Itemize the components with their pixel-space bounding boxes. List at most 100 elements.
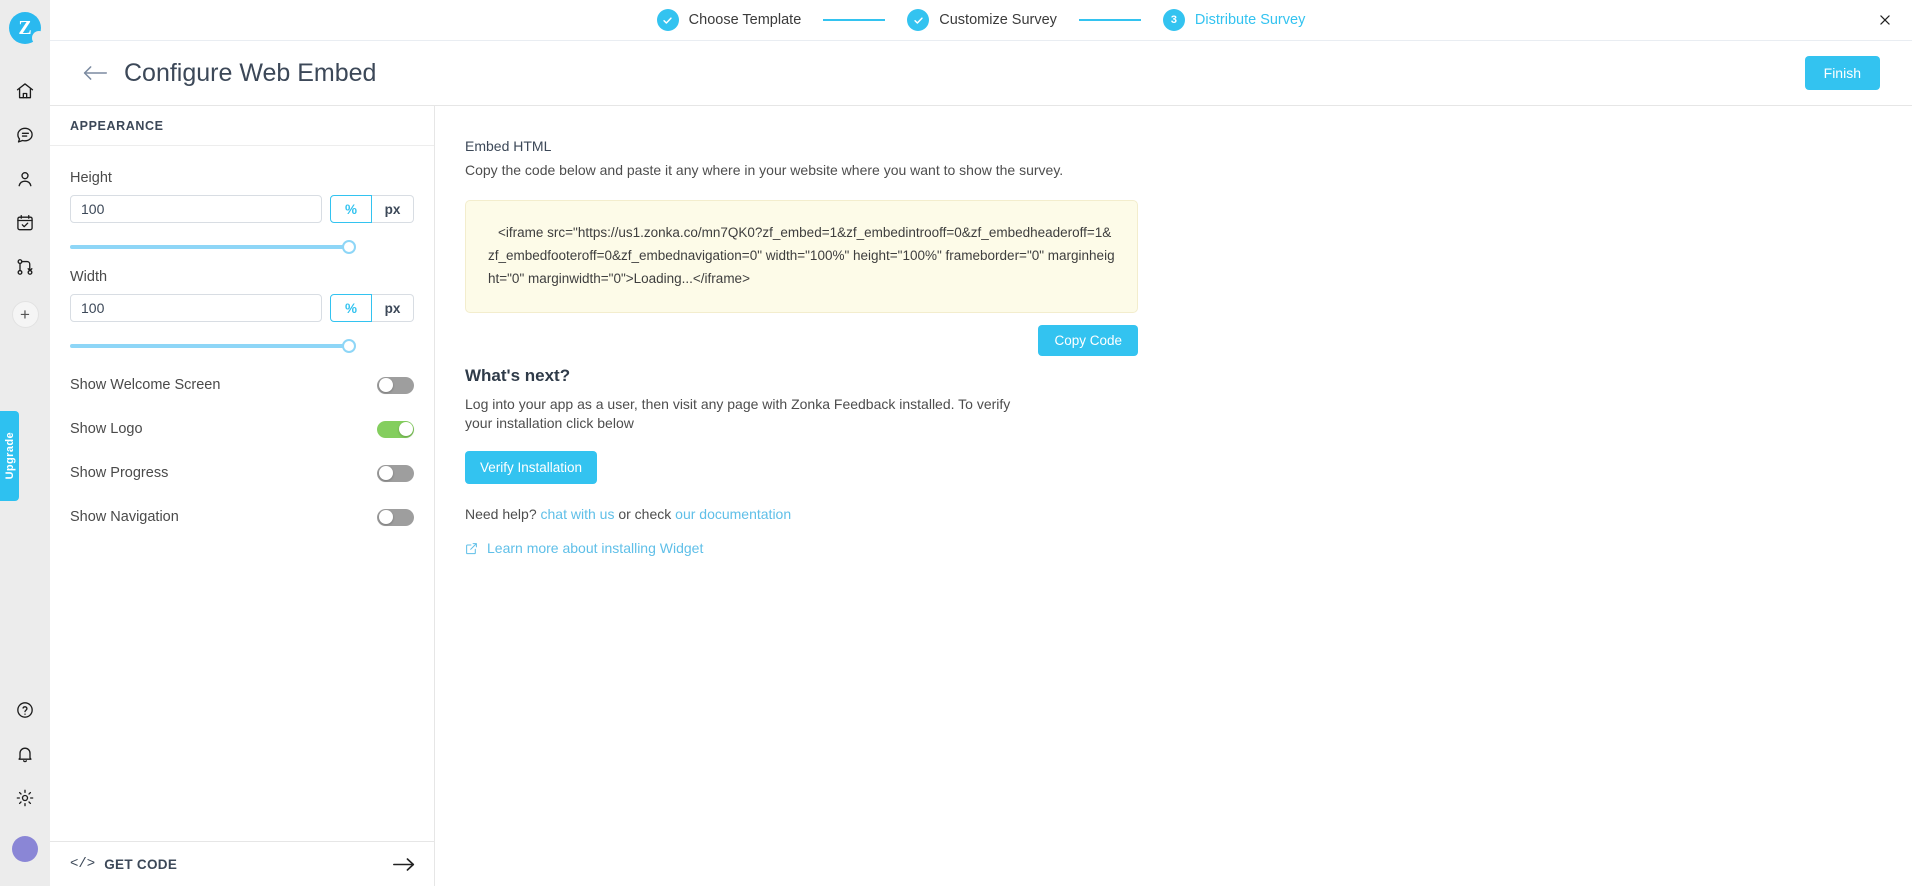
step-complete-check-icon [907,9,930,31]
panel-section-title: APPEARANCE [50,106,434,146]
finish-button[interactable]: Finish [1804,56,1880,90]
sidebar-item-workflows[interactable] [0,245,50,289]
width-field-group: Width % px [70,269,414,357]
help-middle: or check [618,506,672,522]
sidebar-item-home[interactable] [0,69,50,113]
step-label: Customize Survey [939,12,1057,28]
calendar-check-icon [15,213,35,233]
copy-code-row: Copy Code [465,325,1138,356]
external-link-icon [465,542,478,555]
height-slider-thumb[interactable] [342,240,356,254]
width-unit-px[interactable]: px [372,294,414,322]
toggle-row-welcome-screen: Show Welcome Screen [70,369,414,401]
help-line: Need help? chat with us or check our doc… [465,506,1912,522]
feedback-icon [15,125,35,145]
learn-more-link[interactable]: Learn more about installing Widget [465,540,1912,556]
close-button[interactable] [1872,7,1898,33]
width-slider-thumb[interactable] [342,339,356,353]
zonka-logo-icon: Z [9,12,46,45]
arrow-right-icon [393,857,415,872]
appearance-panel: APPEARANCE Height % px Width [50,106,435,886]
width-slider[interactable] [70,335,414,357]
toggle-knob [378,466,393,480]
show-welcome-screen-toggle[interactable] [377,376,414,394]
stepper: Choose Template Customize Survey 3 Distr… [656,9,1306,31]
avatar[interactable] [12,836,38,862]
sidebar-item-notifications[interactable] [0,732,50,776]
width-unit-group: % px [330,294,414,322]
home-icon [15,81,35,101]
learn-more-label: Learn more about installing Widget [487,540,704,556]
embed-html-title: Embed HTML [465,138,552,154]
step-customize-survey[interactable]: Customize Survey [907,9,1057,31]
upgrade-tab[interactable]: Upgrade [0,411,19,501]
embed-code-box[interactable]: <iframe src="https://us1.zonka.co/mn7QK0… [465,200,1138,313]
toggle-label: Show Logo [70,421,143,437]
width-input[interactable] [70,294,322,322]
rail-bottom-group [0,688,50,886]
height-slider-track [70,245,351,249]
toggle-row-progress: Show Progress [70,457,414,489]
step-choose-template[interactable]: Choose Template [656,9,802,31]
chat-with-us-link[interactable]: chat with us [541,506,615,522]
step-distribute-survey[interactable]: 3 Distribute Survey [1162,9,1306,31]
toggle-row-navigation: Show Navigation [70,501,414,533]
verify-installation-button[interactable]: Verify Installation [465,451,598,484]
documentation-link[interactable]: our documentation [675,506,791,522]
show-progress-toggle[interactable] [377,464,414,482]
get-code-left: </> GET CODE [70,856,177,872]
height-input-row: % px [70,195,414,223]
upgrade-label: Upgrade [3,432,16,480]
main-content: Embed HTML Copy the code below and paste… [435,106,1912,886]
width-label: Width [70,269,108,285]
width-unit-percent[interactable]: % [330,294,372,322]
toggle-label: Show Welcome Screen [70,377,221,393]
show-navigation-toggle[interactable] [377,508,414,526]
bell-icon [15,744,35,764]
height-label: Height [70,170,112,186]
height-field-group: Height % px [70,170,414,258]
panel-body: Height % px Width % px [50,146,434,533]
step-label: Distribute Survey [1194,12,1306,28]
toggle-knob [398,422,413,436]
step-connector [823,19,886,21]
page-title: Configure Web Embed [124,58,377,87]
toggle-label: Show Navigation [70,509,179,525]
height-unit-percent[interactable]: % [330,195,372,223]
workflow-icon [15,257,35,277]
add-button[interactable]: + [11,301,39,328]
step-connector [1078,19,1141,21]
toggle-label: Show Progress [70,465,169,481]
sidebar-item-help[interactable] [0,688,50,732]
contacts-icon [15,169,35,189]
sidebar-item-contacts[interactable] [0,157,50,201]
page-header: Configure Web Embed Finish [50,41,1912,106]
whats-next-title: What's next? [465,366,571,385]
height-unit-group: % px [330,195,414,223]
wizard-stepper-bar: Choose Template Customize Survey 3 Distr… [50,0,1912,41]
code-brackets-icon: </> [70,856,96,872]
app-logo[interactable]: Z [0,3,50,53]
toggle-list: Show Welcome Screen Show Logo Show Progr… [70,369,414,533]
sidebar-item-feedback[interactable] [0,113,50,157]
height-input[interactable] [70,195,322,223]
step-label: Choose Template [688,12,802,28]
sidebar-item-settings[interactable] [0,776,50,820]
back-button[interactable] [82,64,108,82]
toggle-row-logo: Show Logo [70,413,414,445]
gear-icon [15,788,35,808]
toggle-knob [378,510,393,524]
step-complete-check-icon [656,9,679,31]
show-logo-toggle[interactable] [377,420,414,438]
whats-next-description: Log into your app as a user, then visit … [465,396,1011,431]
toggle-knob [378,378,393,392]
embed-code-text: <iframe src="https://us1.zonka.co/mn7QK0… [488,225,1115,286]
copy-code-button[interactable]: Copy Code [1038,325,1138,356]
get-code-label: GET CODE [104,856,178,872]
height-unit-px[interactable]: px [372,195,414,223]
help-prefix: Need help? [465,506,537,522]
height-slider[interactable] [70,236,414,258]
get-code-bar[interactable]: </> GET CODE [50,841,435,886]
sidebar-item-surveys[interactable] [0,201,50,245]
step-number: 3 [1162,9,1185,31]
